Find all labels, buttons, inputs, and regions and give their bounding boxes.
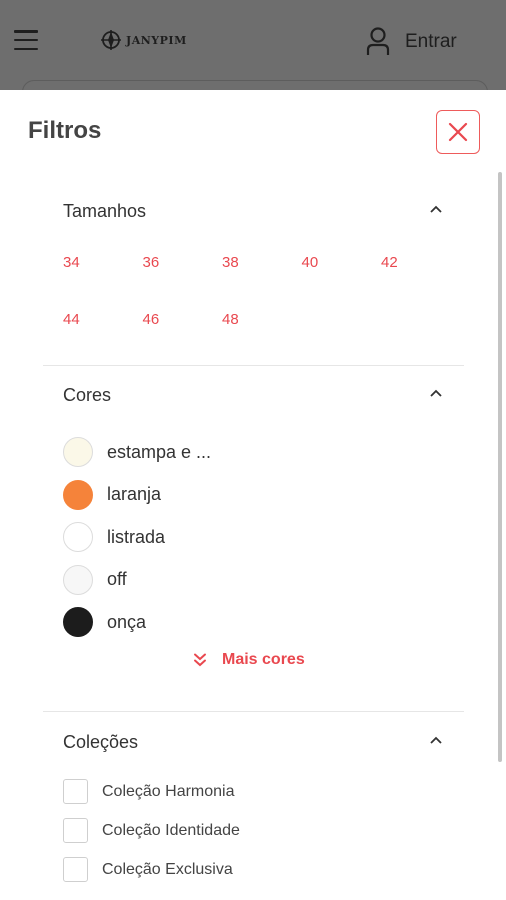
color-option[interactable]: onça [63, 601, 211, 644]
scrollbar-thumb[interactable] [498, 172, 502, 762]
color-label: laranja [107, 484, 162, 505]
colors-header[interactable]: Cores [43, 381, 464, 411]
user-icon[interactable] [366, 26, 390, 56]
color-label: onça [107, 611, 147, 632]
color-label: off [107, 569, 127, 590]
color-swatch [63, 479, 93, 510]
filter-drawer: Filtros Tamanhos 34 36 38 40 42 44 46 48 [0, 90, 506, 900]
collections-section: Coleções Coleção Harmonia Coleção Identi… [43, 728, 464, 900]
color-label: estampa e ... [107, 441, 212, 462]
more-colors-button[interactable]: Mais cores [193, 651, 305, 669]
section-title: Coleções [63, 732, 139, 752]
chevron-up-icon[interactable] [430, 205, 442, 213]
collection-label: Coleção Harmonia [102, 782, 235, 800]
size-option[interactable]: 40 [302, 253, 382, 272]
divider [43, 711, 464, 712]
colors-section: Cores estampa e ... laranja listrada off [43, 381, 464, 711]
size-option[interactable]: 42 [381, 253, 461, 272]
size-option[interactable]: 34 [63, 253, 143, 272]
scrollbar[interactable] [498, 172, 504, 762]
login-link[interactable]: Entrar [405, 31, 457, 53]
checkbox[interactable] [63, 857, 88, 882]
checkbox[interactable] [63, 818, 88, 843]
logo-text: JANYPIM [126, 33, 187, 47]
size-option[interactable]: 38 [222, 253, 302, 272]
collection-option[interactable]: Coleção Identidade [63, 811, 240, 850]
close-button[interactable] [436, 110, 480, 154]
sizes-header[interactable]: Tamanhos [43, 197, 464, 227]
color-swatch [63, 522, 93, 553]
color-option[interactable]: listrada [63, 516, 211, 559]
collection-list: Coleção Harmonia Coleção Identidade Cole… [63, 772, 240, 889]
section-title: Cores [63, 385, 112, 405]
color-option[interactable]: off [63, 559, 211, 602]
chevron-up-icon[interactable] [430, 389, 442, 397]
size-option[interactable]: 46 [143, 310, 223, 329]
logo[interactable]: JANYPIM [100, 29, 187, 51]
color-option[interactable]: estampa e ... [63, 431, 211, 474]
collection-label: Coleção Identidade [102, 821, 240, 839]
divider [43, 365, 464, 366]
checkbox[interactable] [63, 779, 88, 804]
double-chevron-down-icon [194, 653, 206, 667]
color-label: listrada [107, 526, 166, 547]
close-icon [448, 122, 468, 142]
collection-label: Coleção Exclusiva [102, 860, 233, 878]
drawer-title: Filtros [28, 117, 102, 144]
sizes-section: Tamanhos 34 36 38 40 42 44 46 48 [43, 197, 464, 365]
collection-option[interactable]: Coleção Harmonia [63, 772, 240, 811]
chevron-up-icon[interactable] [430, 736, 442, 744]
color-swatch [63, 607, 93, 638]
logo-icon [101, 30, 121, 50]
size-grid: 34 36 38 40 42 44 46 48 [63, 253, 443, 329]
size-option[interactable]: 48 [222, 310, 302, 329]
color-option[interactable]: laranja [63, 474, 211, 517]
more-colors-label: Mais cores [222, 651, 305, 668]
collections-header[interactable]: Coleções [43, 728, 464, 758]
color-swatch [63, 564, 93, 595]
menu-icon[interactable] [14, 30, 38, 50]
color-list: estampa e ... laranja listrada off onça [63, 431, 211, 644]
collection-option[interactable]: Coleção Exclusiva [63, 850, 240, 889]
color-swatch [63, 437, 93, 468]
section-title: Tamanhos [63, 201, 147, 221]
site-header: JANYPIM Entrar [0, 0, 506, 100]
size-option[interactable]: 36 [143, 253, 223, 272]
size-option[interactable]: 44 [63, 310, 143, 329]
